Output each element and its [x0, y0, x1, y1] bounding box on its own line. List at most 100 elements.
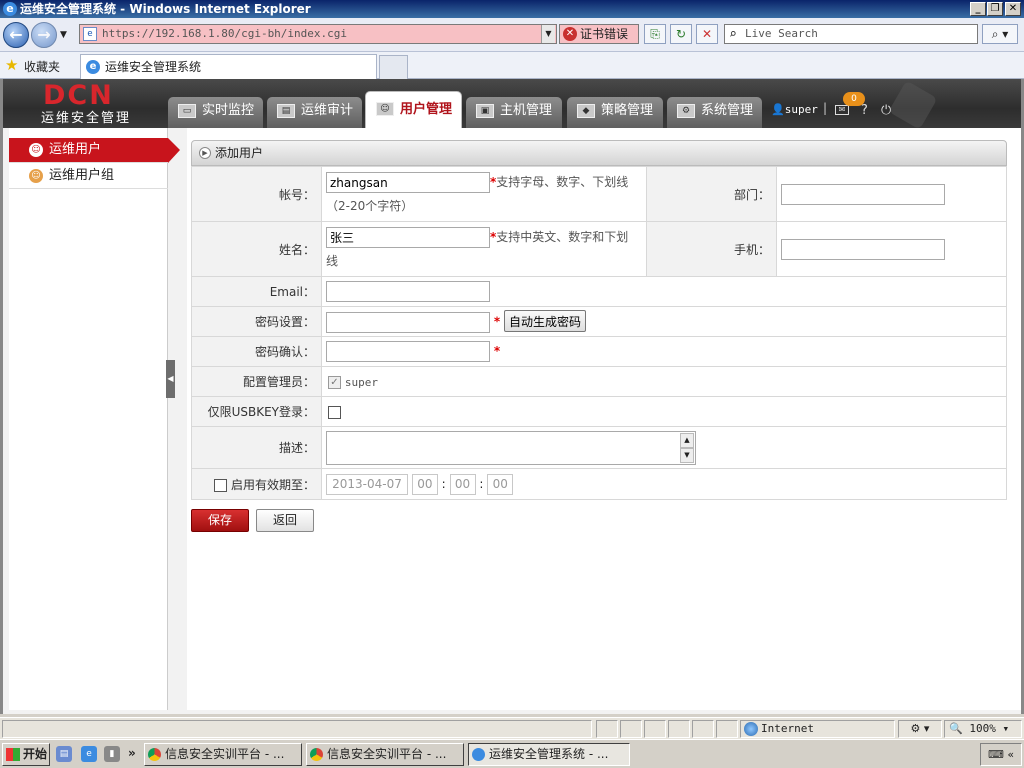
task-button-chrome-1[interactable]: 信息安全实训平台 - ... — [144, 743, 302, 766]
address-bar[interactable]: e https://192.168.1.80/cgi-bh/index.cgi — [79, 24, 557, 44]
name-input[interactable] — [326, 227, 490, 248]
back-icon[interactable]: ← — [3, 22, 29, 48]
task-label: 信息安全实训平台 - ... — [327, 747, 447, 761]
status-cell — [668, 720, 690, 738]
zoom-control[interactable]: 🔍 100% ▾ — [944, 720, 1022, 738]
save-button[interactable]: 保存 — [191, 509, 249, 532]
history-dropdown-icon[interactable]: ▼ — [60, 30, 67, 40]
minimize-button[interactable]: _ — [970, 2, 986, 16]
monitor-icon: ▭ — [178, 104, 196, 118]
protected-mode-icon[interactable]: ⚙ ▾ — [898, 720, 942, 738]
dept-input[interactable] — [781, 183, 945, 205]
form-row-usbkey: 仅限USBKEY登录： — [191, 396, 1007, 427]
tab-system-management[interactable]: ⚙ 系统管理 — [667, 97, 762, 128]
zoom-dropdown-icon: ▾ — [1002, 722, 1010, 735]
server-manager-icon[interactable]: ▮ — [104, 746, 120, 762]
sidebar-item-ops-users[interactable]: ☺ 运维用户 — [9, 138, 180, 163]
sidebar-item-label: 运维用户 — [49, 142, 102, 157]
status-cell — [644, 720, 666, 738]
description-textarea[interactable]: ▲ ▼ — [326, 430, 696, 465]
dept-cell — [776, 166, 1007, 222]
chrome-icon — [148, 748, 161, 761]
scroll-down-icon[interactable]: ▼ — [680, 447, 694, 463]
form-row-email: Email： — [191, 276, 1007, 307]
keyboard-icon[interactable]: ⌨ — [988, 748, 1004, 761]
compat-view-icon[interactable]: ⎘ — [644, 24, 666, 44]
phone-input[interactable] — [781, 238, 945, 260]
section-header: ▶ 添加用户 — [191, 140, 1007, 166]
tab-label: 系统管理 — [701, 103, 754, 118]
tab-policy-management[interactable]: ◆ 策略管理 — [567, 97, 663, 128]
sidebar-item-label: 运维用户组 — [49, 168, 115, 183]
password-input[interactable] — [326, 311, 490, 333]
admin-label: 配置管理员： — [191, 366, 322, 397]
tab-host-management[interactable]: ▣ 主机管理 — [466, 97, 562, 128]
tab-ops-audit[interactable]: ▤ 运维审计 — [267, 97, 362, 128]
sidebar: ☺ 运维用户 ☺ 运维用户组 — [9, 128, 180, 710]
favorites-label[interactable]: 收藏夹 — [24, 58, 60, 75]
tab-user-management[interactable]: ☺ 用户管理 — [365, 91, 462, 128]
current-user[interactable]: 👤super — [771, 103, 818, 116]
window-title: 运维安全管理系统 - Windows Internet Explorer — [20, 2, 311, 16]
favorites-star-icon[interactable]: ★ — [5, 57, 18, 73]
shield-error-icon: ✕ — [563, 27, 577, 41]
tab-realtime-monitor[interactable]: ▭ 实时监控 — [168, 97, 263, 128]
zoom-icon: 🔍 — [949, 722, 963, 735]
ie-quicklaunch-icon[interactable]: e — [81, 746, 97, 762]
quicklaunch-more-icon[interactable]: » — [128, 746, 136, 760]
status-cell — [716, 720, 738, 738]
auto-generate-password-button[interactable]: 自动生成密码 — [503, 310, 586, 333]
search-input[interactable]: ⌕ Live Search — [724, 24, 978, 44]
search-go-icon[interactable]: ⌕ ▾ — [982, 24, 1018, 44]
scroll-up-icon[interactable]: ▲ — [680, 432, 694, 448]
confirm-password-input[interactable] — [326, 341, 490, 362]
task-button-ie[interactable]: 运维安全管理系统 - ... — [468, 743, 630, 766]
tray-expand-icon[interactable]: « — [1007, 748, 1014, 761]
help-icon[interactable]: ? — [861, 103, 868, 118]
account-hint: 支持字母、数字、下划线 — [496, 175, 629, 189]
email-input[interactable] — [326, 281, 490, 302]
policy-icon: ◆ — [577, 104, 595, 118]
sidebar-collapse-handle[interactable]: ◀ — [166, 360, 175, 398]
section-title: 添加用户 — [215, 146, 264, 160]
user-group-icon: ☺ — [29, 169, 43, 183]
show-desktop-icon[interactable]: ▤ — [56, 746, 72, 762]
search-placeholder: Live Search — [745, 27, 818, 40]
stop-icon[interactable]: ✕ — [696, 24, 718, 44]
logo-subtitle: 运维安全管理 — [41, 111, 132, 126]
close-button[interactable]: ✕ — [1005, 2, 1021, 16]
phone-cell — [776, 221, 1007, 277]
back-button[interactable]: 返回 — [256, 509, 314, 532]
dept-label: 部门： — [646, 166, 777, 222]
new-tab-button[interactable] — [379, 55, 408, 79]
expire-hour-input[interactable]: 00 — [411, 473, 438, 495]
browser-tab-current[interactable]: e 运维安全管理系统 — [80, 54, 377, 79]
mail-icon[interactable]: ✉ — [835, 105, 849, 115]
certificate-error-button[interactable]: ✕ 证书错误 — [559, 24, 639, 44]
account-input[interactable] — [326, 172, 490, 193]
expire-date-input[interactable]: 2013-04-07 — [326, 473, 408, 495]
browser-nav-bar: ← → ▼ e https://192.168.1.80/cgi-bh/inde… — [0, 18, 1024, 52]
audit-icon: ▤ — [277, 104, 295, 118]
tab-label: 用户管理 — [400, 102, 453, 117]
task-button-chrome-2[interactable]: 信息安全实训平台 - ... — [306, 743, 464, 766]
expire-second-input[interactable]: 00 — [487, 473, 514, 495]
restore-button[interactable]: ❐ — [987, 2, 1003, 16]
confirm-cell: * — [321, 336, 1007, 367]
forward-icon[interactable]: → — [31, 22, 57, 48]
usbkey-checkbox[interactable] — [328, 405, 341, 419]
taskbar: 开始 ▤ e ▮ » 信息安全实训平台 - ... 信息安全实训平台 - ...… — [0, 739, 1024, 768]
admin-checkbox[interactable]: ✓ — [328, 375, 341, 389]
refresh-icon[interactable]: ↻ — [670, 24, 692, 44]
user-icon: ☺ — [29, 143, 43, 157]
form-row-password: 密码设置： * 自动生成密码 — [191, 306, 1007, 337]
expire-minute-input[interactable]: 00 — [449, 473, 476, 495]
app-body: ☺ 运维用户 ☺ 运维用户组 ◀ ▶ 添加用户 帐号： *支持字母、数字、下划线… — [0, 128, 1024, 714]
sidebar-item-ops-user-groups[interactable]: ☺ 运维用户组 — [9, 164, 168, 189]
start-button[interactable]: 开始 — [2, 743, 50, 766]
status-text-cell — [2, 720, 592, 738]
name-hint-cont: 线 — [326, 254, 339, 268]
usbkey-cell — [321, 396, 1007, 427]
address-dropdown-icon[interactable]: ▼ — [541, 25, 555, 43]
expire-checkbox[interactable] — [214, 478, 228, 492]
